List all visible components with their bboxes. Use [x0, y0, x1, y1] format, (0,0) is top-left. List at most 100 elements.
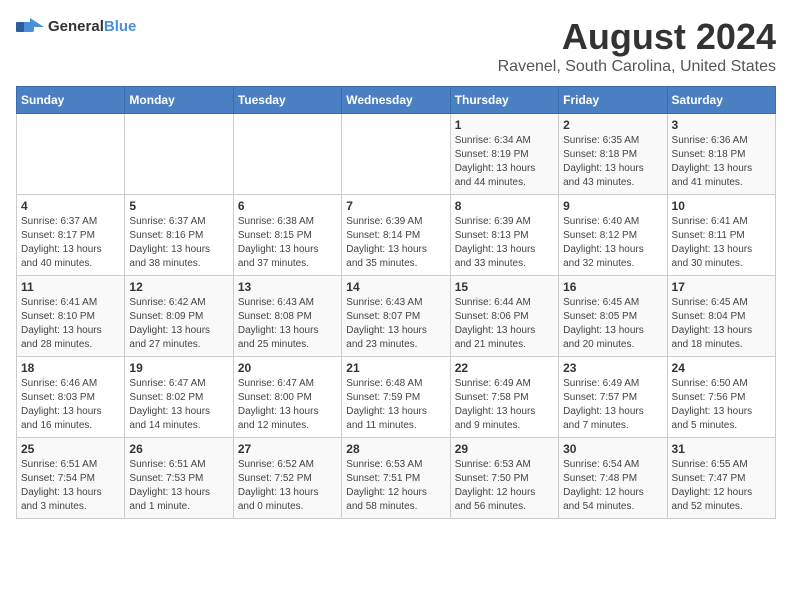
day-number: 12 — [129, 280, 228, 294]
day-number: 19 — [129, 361, 228, 375]
day-info: Sunrise: 6:55 AM Sunset: 7:47 PM Dayligh… — [672, 458, 771, 514]
day-info: Sunrise: 6:39 AM Sunset: 8:14 PM Dayligh… — [346, 215, 445, 271]
day-info: Sunrise: 6:41 AM Sunset: 8:11 PM Dayligh… — [672, 215, 771, 271]
day-number: 10 — [672, 199, 771, 213]
day-number: 21 — [346, 361, 445, 375]
day-number: 31 — [672, 442, 771, 456]
weekday-header-monday: Monday — [125, 87, 233, 114]
calendar-title: August 2024 — [498, 16, 776, 58]
day-info: Sunrise: 6:37 AM Sunset: 8:17 PM Dayligh… — [21, 215, 120, 271]
day-info: Sunrise: 6:45 AM Sunset: 8:04 PM Dayligh… — [672, 296, 771, 352]
day-info: Sunrise: 6:34 AM Sunset: 8:19 PM Dayligh… — [455, 134, 554, 190]
day-number: 15 — [455, 280, 554, 294]
calendar-day-cell: 20 Sunrise: 6:47 AM Sunset: 8:00 PM Dayli… — [233, 357, 341, 438]
day-info: Sunrise: 6:38 AM Sunset: 8:15 PM Dayligh… — [238, 215, 337, 271]
calendar-day-cell: 15 Sunrise: 6:44 AM Sunset: 8:06 PM Dayli… — [450, 276, 558, 357]
day-info: Sunrise: 6:49 AM Sunset: 7:57 PM Dayligh… — [563, 377, 662, 433]
calendar-day-cell: 22 Sunrise: 6:49 AM Sunset: 7:58 PM Dayli… — [450, 357, 558, 438]
calendar-day-cell: 29 Sunrise: 6:53 AM Sunset: 7:50 PM Dayli… — [450, 438, 558, 519]
calendar-day-cell: 16 Sunrise: 6:45 AM Sunset: 8:05 PM Dayli… — [559, 276, 667, 357]
day-number: 2 — [563, 118, 662, 132]
calendar-day-cell: 11Sunrise: 6:41 AM Sunset: 8:10 PM Dayli… — [17, 276, 125, 357]
day-number: 29 — [455, 442, 554, 456]
calendar-day-cell — [125, 114, 233, 195]
calendar-day-cell: 5 Sunrise: 6:37 AM Sunset: 8:16 PM Daylig… — [125, 195, 233, 276]
calendar-day-cell: 19 Sunrise: 6:47 AM Sunset: 8:02 PM Dayli… — [125, 357, 233, 438]
calendar-day-cell: 12 Sunrise: 6:42 AM Sunset: 8:09 PM Dayli… — [125, 276, 233, 357]
calendar-day-cell: 23Sunrise: 6:49 AM Sunset: 7:57 PM Dayli… — [559, 357, 667, 438]
day-info: Sunrise: 6:54 AM Sunset: 7:48 PM Dayligh… — [563, 458, 662, 514]
day-number: 7 — [346, 199, 445, 213]
day-number: 17 — [672, 280, 771, 294]
calendar-week-5: 25 Sunrise: 6:51 AM Sunset: 7:54 PM Dayli… — [17, 438, 776, 519]
calendar-day-cell: 13 Sunrise: 6:43 AM Sunset: 8:08 PM Dayli… — [233, 276, 341, 357]
calendar-day-cell: 18 Sunrise: 6:46 AM Sunset: 8:03 PM Dayli… — [17, 357, 125, 438]
day-number: 8 — [455, 199, 554, 213]
day-info: Sunrise: 6:53 AM Sunset: 7:51 PM Dayligh… — [346, 458, 445, 514]
day-info: Sunrise: 6:41 AM Sunset: 8:10 PM Dayligh… — [21, 296, 120, 352]
calendar-day-cell: 10 Sunrise: 6:41 AM Sunset: 8:11 PM Dayli… — [667, 195, 775, 276]
logo: GeneralBlue — [16, 16, 136, 38]
calendar-day-cell: 25 Sunrise: 6:51 AM Sunset: 7:54 PM Dayli… — [17, 438, 125, 519]
day-info: Sunrise: 6:48 AM Sunset: 7:59 PM Dayligh… — [346, 377, 445, 433]
day-info: Sunrise: 6:49 AM Sunset: 7:58 PM Dayligh… — [455, 377, 554, 433]
weekday-header-sunday: Sunday — [17, 87, 125, 114]
day-info: Sunrise: 6:50 AM Sunset: 7:56 PM Dayligh… — [672, 377, 771, 433]
calendar-day-cell: 4 Sunrise: 6:37 AM Sunset: 8:17 PM Daylig… — [17, 195, 125, 276]
day-info: Sunrise: 6:52 AM Sunset: 7:52 PM Dayligh… — [238, 458, 337, 514]
logo-icon — [16, 16, 44, 38]
calendar-day-cell: 26Sunrise: 6:51 AM Sunset: 7:53 PM Dayli… — [125, 438, 233, 519]
day-number: 18 — [21, 361, 120, 375]
calendar-day-cell: 30 Sunrise: 6:54 AM Sunset: 7:48 PM Dayli… — [559, 438, 667, 519]
calendar-day-cell: 24 Sunrise: 6:50 AM Sunset: 7:56 PM Dayli… — [667, 357, 775, 438]
calendar-day-cell: 8Sunrise: 6:39 AM Sunset: 8:13 PM Daylig… — [450, 195, 558, 276]
day-info: Sunrise: 6:43 AM Sunset: 8:08 PM Dayligh… — [238, 296, 337, 352]
day-info: Sunrise: 6:40 AM Sunset: 8:12 PM Dayligh… — [563, 215, 662, 271]
page-header: GeneralBlue August 2024 Ravenel, South C… — [16, 16, 776, 76]
day-number: 24 — [672, 361, 771, 375]
day-number: 22 — [455, 361, 554, 375]
day-number: 16 — [563, 280, 662, 294]
calendar-week-1: 1Sunrise: 6:34 AM Sunset: 8:19 PM Daylig… — [17, 114, 776, 195]
day-info: Sunrise: 6:45 AM Sunset: 8:05 PM Dayligh… — [563, 296, 662, 352]
day-number: 4 — [21, 199, 120, 213]
logo-text: GeneralBlue — [48, 18, 136, 35]
day-info: Sunrise: 6:42 AM Sunset: 8:09 PM Dayligh… — [129, 296, 228, 352]
weekday-header-row: SundayMondayTuesdayWednesdayThursdayFrid… — [17, 87, 776, 114]
calendar-day-cell — [17, 114, 125, 195]
day-info: Sunrise: 6:35 AM Sunset: 8:18 PM Dayligh… — [563, 134, 662, 190]
day-number: 27 — [238, 442, 337, 456]
calendar-body: 1Sunrise: 6:34 AM Sunset: 8:19 PM Daylig… — [17, 114, 776, 519]
day-info: Sunrise: 6:47 AM Sunset: 8:02 PM Dayligh… — [129, 377, 228, 433]
calendar-day-cell: 7 Sunrise: 6:39 AM Sunset: 8:14 PM Daylig… — [342, 195, 450, 276]
day-number: 25 — [21, 442, 120, 456]
calendar-day-cell — [233, 114, 341, 195]
day-info: Sunrise: 6:37 AM Sunset: 8:16 PM Dayligh… — [129, 215, 228, 271]
calendar-day-cell: 17 Sunrise: 6:45 AM Sunset: 8:04 PM Dayli… — [667, 276, 775, 357]
calendar-day-cell: 2 Sunrise: 6:35 AM Sunset: 8:18 PM Daylig… — [559, 114, 667, 195]
day-number: 20 — [238, 361, 337, 375]
calendar-table: SundayMondayTuesdayWednesdayThursdayFrid… — [16, 86, 776, 519]
weekday-header-wednesday: Wednesday — [342, 87, 450, 114]
calendar-day-cell: 6Sunrise: 6:38 AM Sunset: 8:15 PM Daylig… — [233, 195, 341, 276]
day-number: 13 — [238, 280, 337, 294]
weekday-header-saturday: Saturday — [667, 87, 775, 114]
day-number: 28 — [346, 442, 445, 456]
calendar-subtitle: Ravenel, South Carolina, United States — [498, 58, 776, 76]
day-number: 5 — [129, 199, 228, 213]
calendar-header: SundayMondayTuesdayWednesdayThursdayFrid… — [17, 87, 776, 114]
day-info: Sunrise: 6:47 AM Sunset: 8:00 PM Dayligh… — [238, 377, 337, 433]
calendar-day-cell: 27 Sunrise: 6:52 AM Sunset: 7:52 PM Dayli… — [233, 438, 341, 519]
day-number: 14 — [346, 280, 445, 294]
day-info: Sunrise: 6:44 AM Sunset: 8:06 PM Dayligh… — [455, 296, 554, 352]
day-info: Sunrise: 6:46 AM Sunset: 8:03 PM Dayligh… — [21, 377, 120, 433]
calendar-day-cell: 3Sunrise: 6:36 AM Sunset: 8:18 PM Daylig… — [667, 114, 775, 195]
calendar-day-cell: 21 Sunrise: 6:48 AM Sunset: 7:59 PM Dayli… — [342, 357, 450, 438]
title-area: August 2024 Ravenel, South Carolina, Uni… — [498, 16, 776, 76]
calendar-day-cell: 9Sunrise: 6:40 AM Sunset: 8:12 PM Daylig… — [559, 195, 667, 276]
day-info: Sunrise: 6:53 AM Sunset: 7:50 PM Dayligh… — [455, 458, 554, 514]
calendar-day-cell: 28 Sunrise: 6:53 AM Sunset: 7:51 PM Dayli… — [342, 438, 450, 519]
day-number: 30 — [563, 442, 662, 456]
day-info: Sunrise: 6:51 AM Sunset: 7:54 PM Dayligh… — [21, 458, 120, 514]
calendar-day-cell: 31 Sunrise: 6:55 AM Sunset: 7:47 PM Dayli… — [667, 438, 775, 519]
